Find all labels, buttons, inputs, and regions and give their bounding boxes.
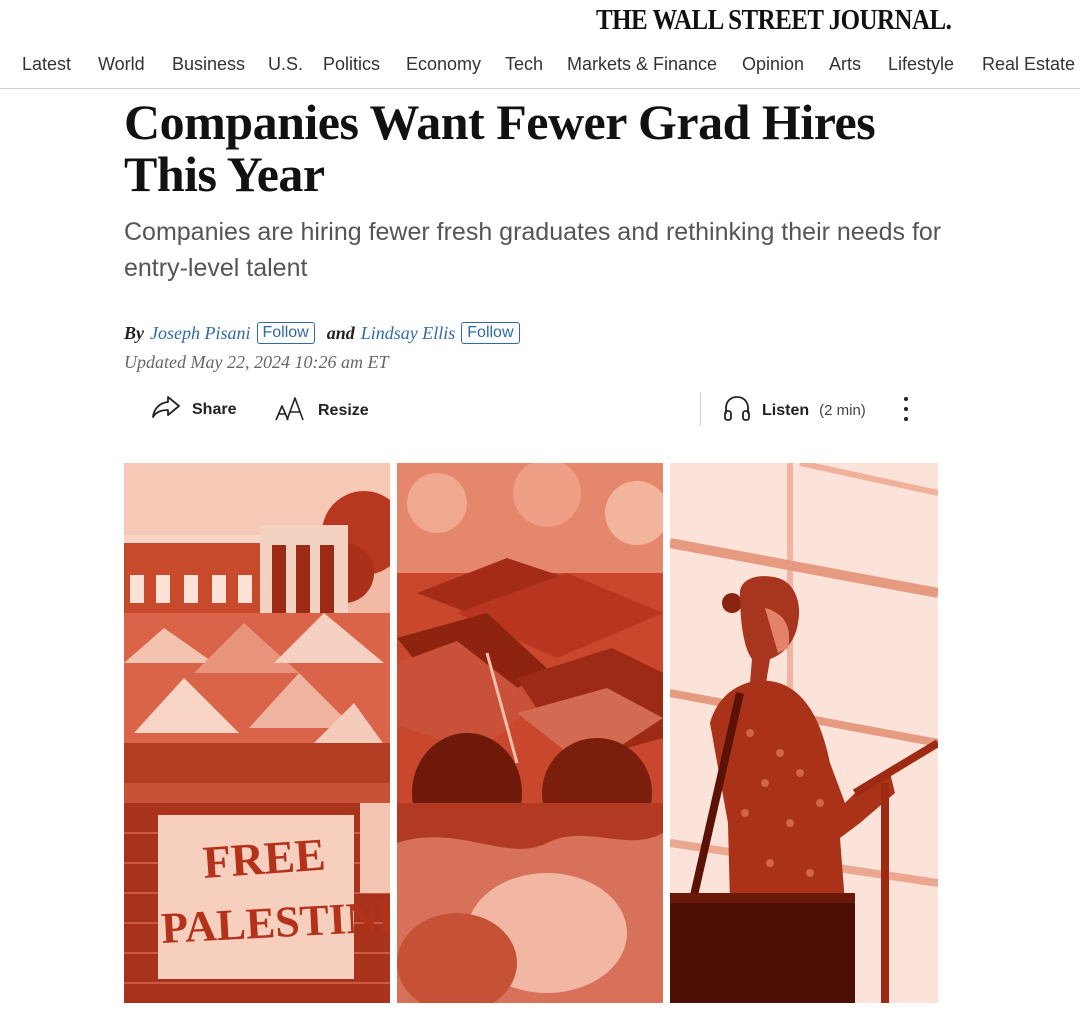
nav-item-lifestyle[interactable]: Lifestyle	[888, 54, 954, 75]
byline-by: By	[124, 322, 144, 343]
hero-panel-graduation	[397, 463, 663, 1003]
nav-item-us[interactable]: U.S.	[268, 54, 303, 75]
hero-panel-job-seeker	[670, 463, 938, 1003]
nav-item-world[interactable]: World	[98, 54, 145, 75]
more-options-icon[interactable]	[896, 394, 916, 424]
headphones-icon	[722, 394, 752, 427]
listen-button[interactable]: Listen (2 min)	[722, 394, 866, 427]
hero-image: FREE PALESTINE	[124, 463, 938, 1003]
follow-button-author1[interactable]: Follow	[256, 322, 315, 344]
share-icon	[150, 394, 182, 425]
listen-duration: (2 min)	[819, 402, 866, 419]
hero-panel-encampment: FREE PALESTINE	[124, 463, 390, 1003]
updated-timestamp: Updated May 22, 2024 10:26 am ET	[124, 352, 389, 372]
article-dek: Companies are hiring fewer fresh graduat…	[124, 218, 942, 282]
listen-label: Listen	[762, 401, 810, 419]
wsj-logo[interactable]: THE WALL STREET JOURNAL.	[596, 4, 952, 37]
nav-item-politics[interactable]: Politics	[323, 54, 380, 75]
resize-button[interactable]: Resize	[274, 394, 369, 427]
protest-sign-line1: FREE	[201, 829, 327, 888]
nav-item-business[interactable]: Business	[172, 54, 245, 75]
byline: By Joseph Pisani Follow and Lindsay Elli…	[124, 320, 526, 346]
byline-and: and	[326, 322, 355, 343]
share-label: Share	[192, 400, 237, 418]
resize-label: Resize	[318, 401, 369, 419]
nav-item-opinion[interactable]: Opinion	[742, 54, 804, 75]
nav-item-tech[interactable]: Tech	[505, 54, 543, 75]
nav-item-arts[interactable]: Arts	[829, 54, 861, 75]
masthead: THE WALL STREET JOURNAL.	[0, 0, 1080, 44]
follow-button-author2[interactable]: Follow	[461, 322, 520, 344]
share-button[interactable]: Share	[150, 394, 236, 425]
section-nav: Latest World Business U.S. Politics Econ…	[0, 50, 1080, 89]
article-toolbar: Share Resize Listen (2 min)	[124, 390, 940, 430]
nav-item-economy[interactable]: Economy	[406, 54, 481, 75]
resize-icon	[274, 394, 308, 427]
author-link-joseph-pisani[interactable]: Joseph Pisani	[150, 323, 251, 344]
nav-item-markets-finance[interactable]: Markets & Finance	[567, 54, 717, 75]
article-headline: Companies Want Fewer Grad Hires This Yea…	[124, 94, 876, 202]
toolbar-divider	[700, 392, 701, 426]
nav-item-latest[interactable]: Latest	[22, 54, 71, 75]
nav-item-real-estate[interactable]: Real Estate	[982, 54, 1075, 75]
author-link-lindsay-ellis[interactable]: Lindsay Ellis	[361, 323, 456, 344]
